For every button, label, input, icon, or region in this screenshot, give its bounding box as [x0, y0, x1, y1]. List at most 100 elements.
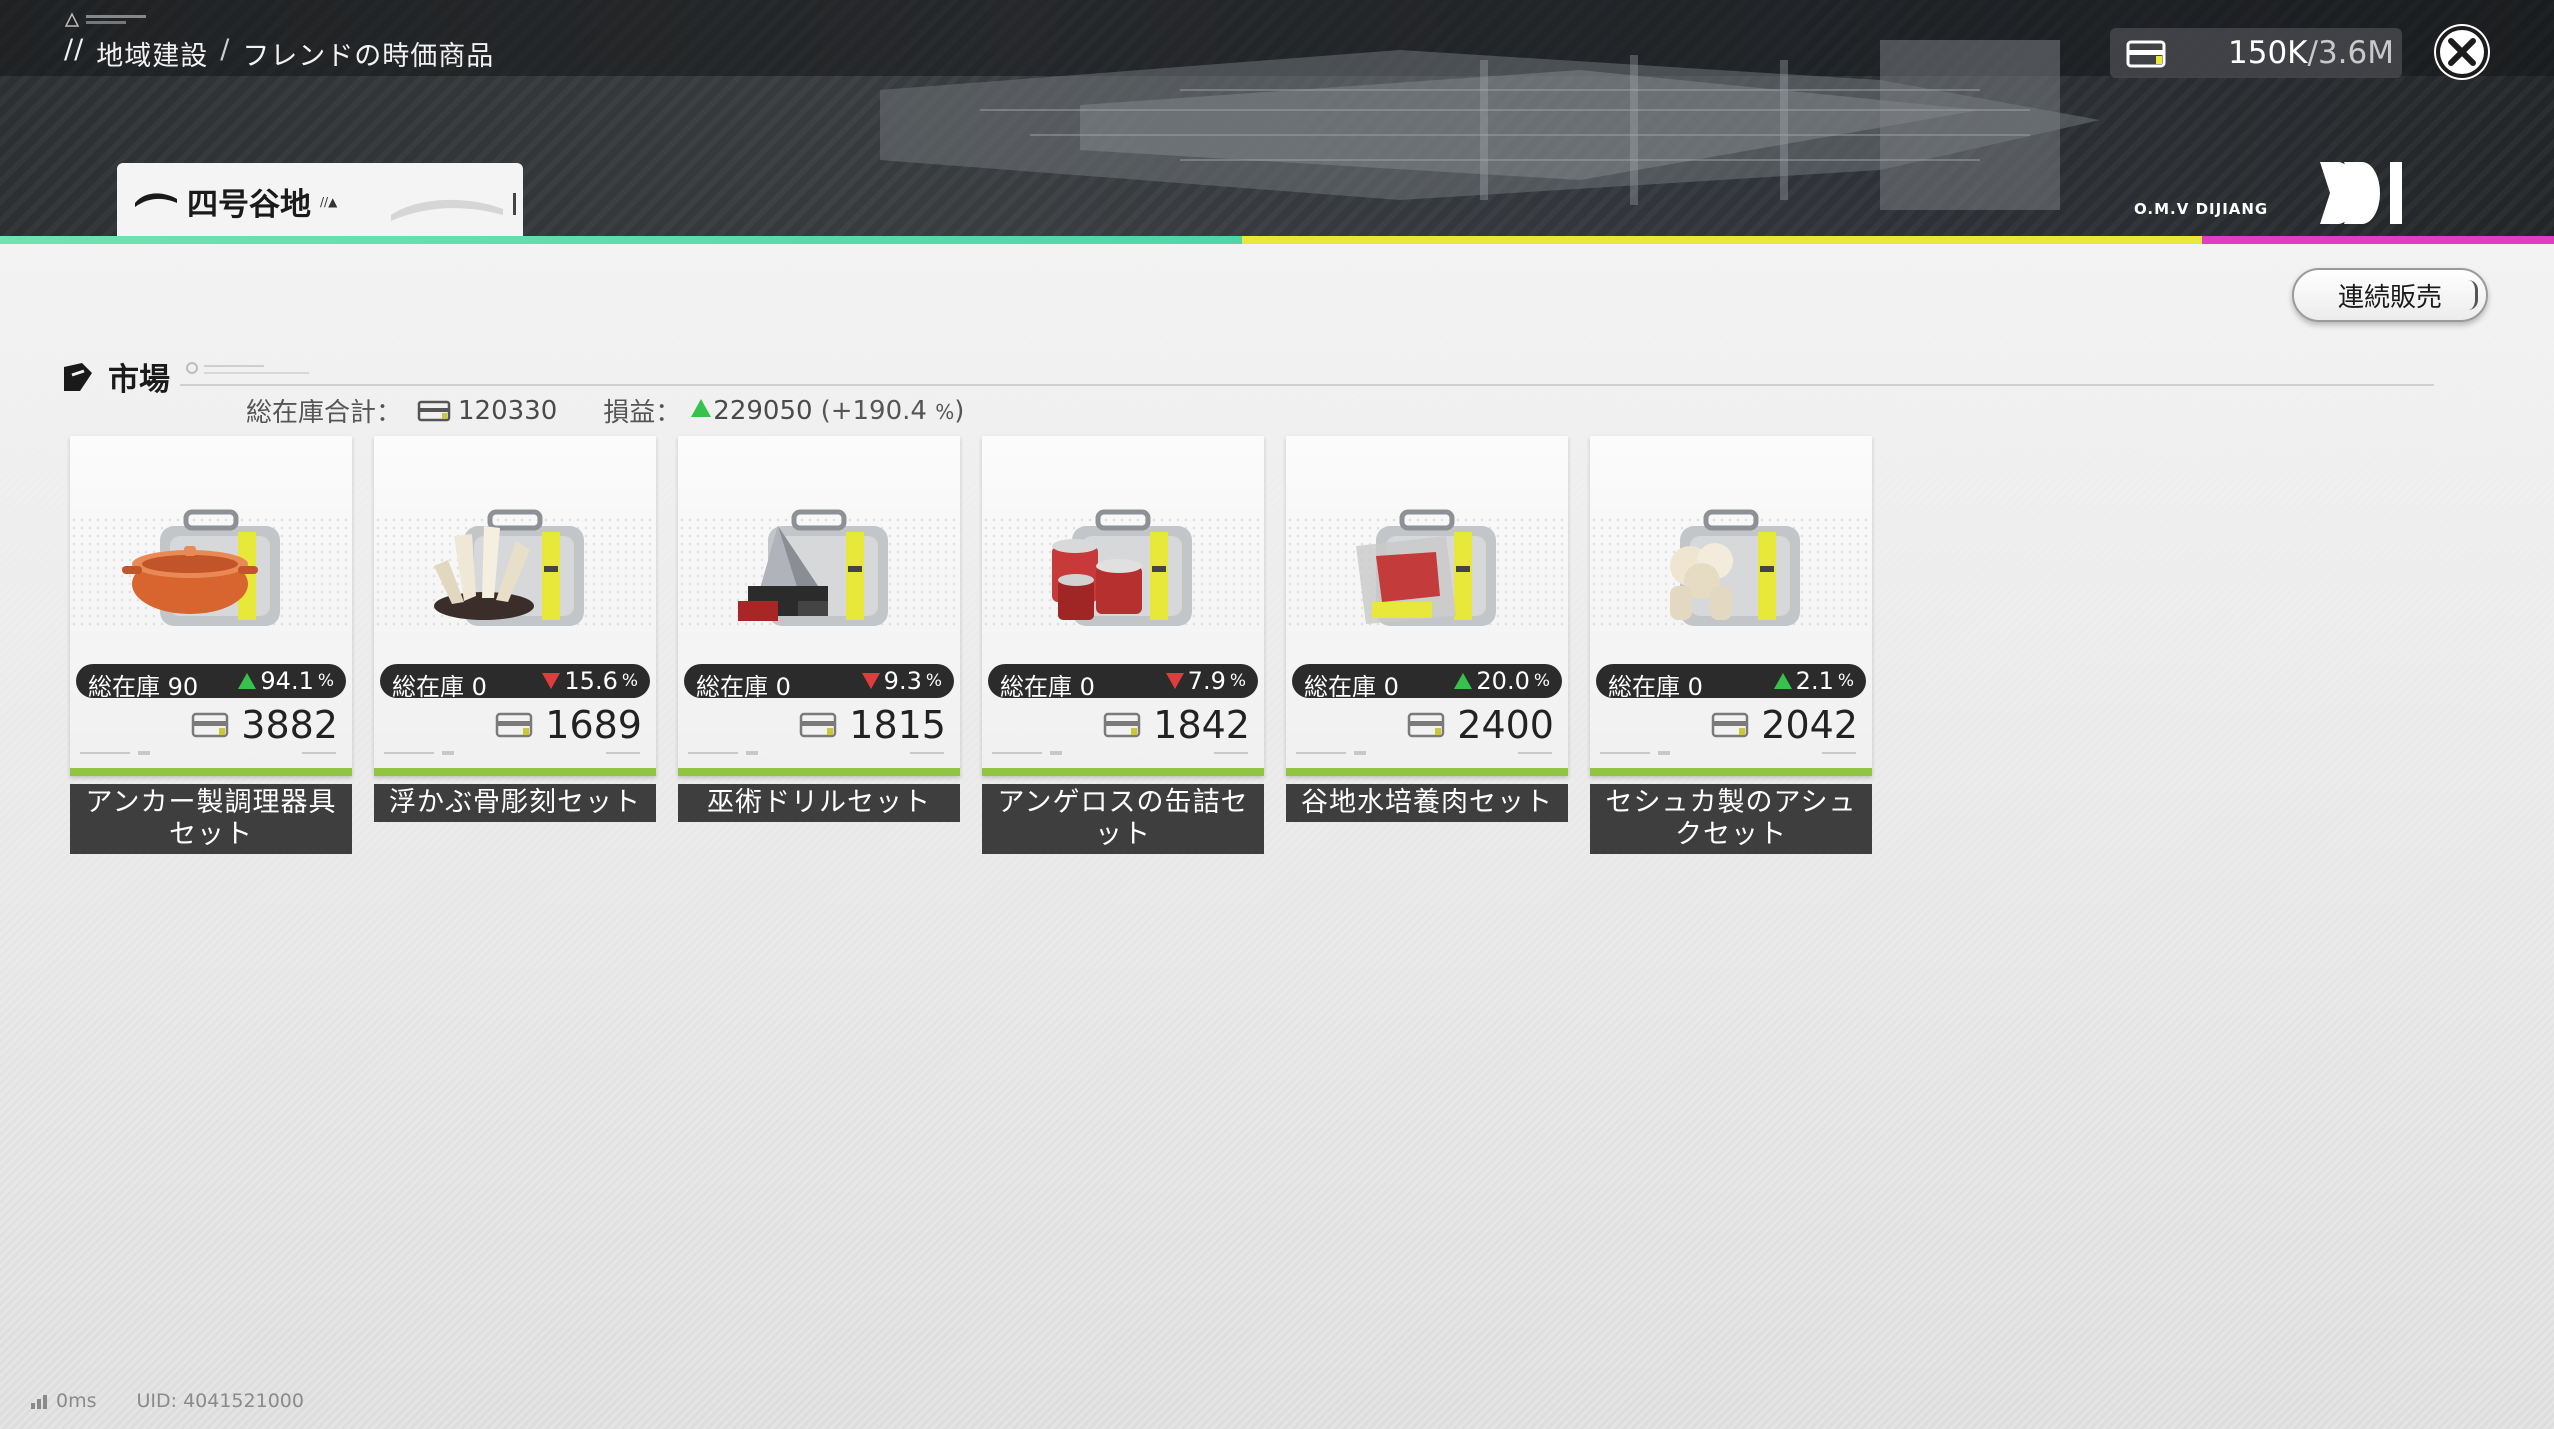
cooking-pot-icon [122, 509, 280, 626]
credit-card-icon [496, 712, 533, 738]
item-accent-bar [982, 768, 1264, 776]
profit-percent-close: ) [954, 395, 965, 426]
region-tab-suffix: //▲ [320, 195, 338, 209]
item-change-unit: % [621, 671, 638, 691]
currency-amount: 150K/3.6M [2228, 35, 2394, 71]
market-title: 市場 [108, 362, 170, 398]
market-item-card[interactable]: 総在庫 0 15.6% 1689 浮かぶ骨彫刻セット [374, 436, 656, 852]
card-footer-deco-icon [688, 751, 944, 755]
profit-percent-value: (+190.4 [820, 395, 927, 426]
region-tab-divider [513, 193, 516, 215]
credit-card-icon [192, 712, 229, 738]
item-stock-bar: 総在庫 0 7.9% [988, 664, 1258, 701]
cultured-meat-icon [1356, 509, 1496, 626]
breadcrumb: // 地域建設 / フレンドの時価商品 [64, 34, 494, 73]
close-button[interactable] [2434, 24, 2490, 80]
currency-max: /3.6M [2307, 35, 2395, 71]
item-change-value: 7.9 [1187, 667, 1226, 695]
item-change-unit: % [1229, 671, 1246, 691]
item-stock: 総在庫 0 [696, 673, 791, 701]
logo-name: O.M.V DIJIANG [2134, 200, 2269, 218]
item-card-body: 総在庫 0 2.1% 2042 [1590, 436, 1872, 776]
item-change-unit: % [317, 671, 334, 691]
item-price-change: 94.1% [238, 667, 334, 695]
user-uid: UID: 4041521000 [136, 1390, 304, 1412]
region-ghost-icon [391, 199, 503, 221]
item-card-body: 総在庫 90 94.1% 3882 [70, 436, 352, 776]
market-item-card[interactable]: 総在庫 0 7.9% 1842 アンゲロスの缶詰セット [982, 436, 1264, 854]
flower-ornament-icon [1670, 509, 1800, 626]
item-name: 谷地水培養肉セット [1286, 784, 1568, 822]
item-price-value: 1842 [1153, 703, 1250, 747]
item-change-unit: % [925, 671, 942, 691]
item-stock: 総在庫 0 [392, 673, 487, 701]
market-item-card[interactable]: 総在庫 0 9.3% 1815 巫術ドリルセット [678, 436, 960, 852]
market-item-card[interactable]: 総在庫 0 2.1% 2042 セシュカ製のアシュクセット [1590, 436, 1872, 854]
spaceship-illustration [880, 40, 2100, 210]
status-footer: 0ms UID: 4041521000 [30, 1390, 304, 1412]
item-price: 2042 [1709, 702, 1858, 748]
profit-percent: (+190.4 %) [821, 396, 965, 426]
button-cap-icon [2468, 280, 2478, 310]
item-stock-bar: 総在庫 90 94.1% [76, 664, 346, 701]
item-price-value: 1689 [545, 703, 642, 747]
breadcrumb-region-building[interactable]: 地域建設 [96, 34, 208, 73]
item-stock-bar: 総在庫 0 2.1% [1596, 664, 1866, 701]
item-price-change: 7.9% [1165, 667, 1246, 695]
credit-card-icon [1104, 712, 1141, 738]
item-accent-bar [70, 768, 352, 776]
item-accent-bar [678, 768, 960, 776]
profit-percent-unit: % [935, 399, 955, 424]
currency-current: 150K [2228, 35, 2308, 71]
item-price: 2400 [1405, 702, 1554, 748]
region-tab-valley-4[interactable]: 四号谷地 //▲ [117, 163, 523, 240]
canned-food-icon [1052, 509, 1192, 626]
ping-value: 0ms [56, 1390, 97, 1412]
item-price: 1815 [797, 702, 946, 748]
item-change-unit: % [1837, 671, 1854, 691]
market-item-card[interactable]: 総在庫 90 94.1% 3882 アンカー製調理器具セット [70, 436, 352, 854]
credit-card-icon [1408, 712, 1445, 738]
bone-sculpture-icon [434, 509, 584, 626]
total-stock-value: 120330 [458, 395, 558, 426]
credit-card-icon [417, 400, 451, 421]
market-item-card[interactable]: 総在庫 0 20.0% 2400 谷地水培養肉セット [1286, 436, 1568, 852]
item-change-unit: % [1533, 671, 1550, 691]
item-change-value: 15.6 [564, 667, 618, 695]
trend-down-arrow-icon [542, 673, 561, 689]
profit-up-arrow-icon [691, 398, 712, 423]
breadcrumb-friend-goods: フレンドの時価商品 [242, 41, 495, 72]
continuous-sell-button[interactable]: 連続販売 [2292, 268, 2488, 322]
market-flag-icon [64, 362, 92, 391]
drill-icon [738, 509, 888, 626]
item-change-value: 94.1 [260, 667, 314, 695]
trend-down-arrow-icon [861, 673, 880, 689]
item-change-value: 9.3 [883, 667, 922, 695]
profit-label: 損益： [603, 398, 682, 428]
progress-line-magenta [2202, 236, 2554, 244]
item-price-value: 2042 [1761, 703, 1858, 747]
profit-value: 229050 [713, 395, 813, 426]
item-price: 3882 [189, 702, 338, 748]
item-stock: 総在庫 90 [88, 673, 199, 701]
credit-card-icon [800, 712, 837, 738]
progress-line-yellow [1242, 236, 2202, 244]
item-price-value: 2400 [1457, 703, 1554, 747]
item-price-value: 1815 [849, 703, 946, 747]
card-footer-deco-icon [80, 751, 336, 755]
market-summary: 総在庫合計： 120330 損益： 229050 (+190.4 %) [246, 392, 964, 429]
item-stock: 総在庫 0 [1304, 673, 1399, 701]
trend-up-arrow-icon [238, 673, 257, 689]
item-name: 浮かぶ骨彫刻セット [374, 784, 656, 822]
item-change-value: 20.0 [1476, 667, 1530, 695]
item-change-value: 2.1 [1795, 667, 1834, 695]
credit-card-icon [2126, 40, 2166, 68]
item-stock-bar: 総在庫 0 9.3% [684, 664, 954, 701]
item-stock-bar: 総在庫 0 15.6% [380, 664, 650, 701]
card-footer-deco-icon [1600, 751, 1856, 755]
item-name: セシュカ製のアシュクセット [1590, 784, 1872, 854]
market-header: 市場 [62, 354, 170, 399]
breadcrumb-prefix: // [64, 34, 85, 65]
item-price-change: 9.3% [861, 667, 942, 695]
progress-line-teal [0, 236, 1242, 244]
